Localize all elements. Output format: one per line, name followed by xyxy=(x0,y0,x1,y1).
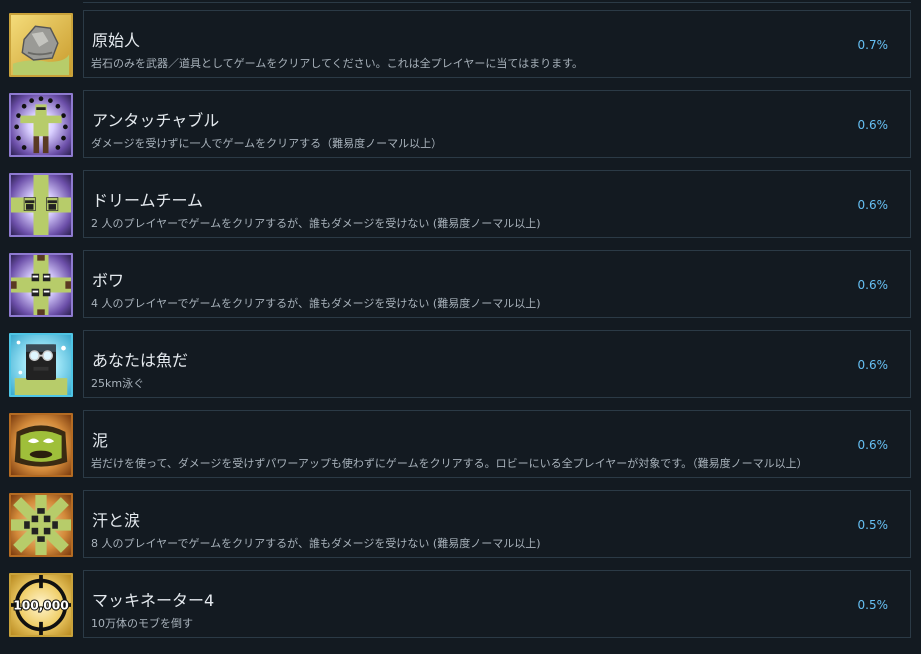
unlock-percentage: 0.6% xyxy=(857,358,889,372)
achievement-title: ボワ xyxy=(92,271,125,290)
four-players-icon xyxy=(9,253,73,317)
achievement-description: 2 人のプレイヤーでゲームをクリアするが、誰もダメージを受けない (難易度ノーマ… xyxy=(91,217,541,230)
unlock-percentage: 0.6% xyxy=(857,118,889,132)
icon-count-text: 100,000 xyxy=(13,599,68,613)
swimmer-goggles-icon xyxy=(9,333,73,397)
achievement-row: あなたは魚だ 25km泳ぐ 0.6% xyxy=(0,330,921,400)
achievement-card: あなたは魚だ 25km泳ぐ 0.6% xyxy=(83,330,911,398)
unlock-percentage: 0.7% xyxy=(857,38,889,52)
achievement-title: アンタッチャブル xyxy=(92,111,220,130)
achievement-card: 原始人 岩石のみを武器／道具としてゲームをクリアしてください。これは全プレイヤー… xyxy=(83,10,911,78)
achievement-description: 岩だけを使って、ダメージを受けずパワーアップも使わずにゲームをクリアする。ロビー… xyxy=(91,457,808,470)
achievement-title: あなたは魚だ xyxy=(92,351,189,370)
achievement-title: 原始人 xyxy=(92,31,141,50)
achievement-row: ドリームチーム 2 人のプレイヤーでゲームをクリアするが、誰もダメージを受けない… xyxy=(0,170,921,240)
achievement-title: ドリームチーム xyxy=(92,191,204,210)
achievement-description: 4 人のプレイヤーでゲームをクリアするが、誰もダメージを受けない (難易度ノーマ… xyxy=(91,297,541,310)
achievement-card: マッキネーター4 10万体のモブを倒す 0.5% xyxy=(83,570,911,638)
achievement-title: 汗と涙 xyxy=(92,511,141,530)
achievement-card: アンタッチャブル ダメージを受けずに一人でゲームをクリアする（難易度ノーマル以上… xyxy=(83,90,911,158)
achievement-description: 10万体のモブを倒す xyxy=(91,617,193,630)
achievement-description: 8 人のプレイヤーでゲームをクリアするが、誰もダメージを受けない (難易度ノーマ… xyxy=(91,537,541,550)
achievement-row: 原始人 岩石のみを武器／道具としてゲームをクリアしてください。これは全プレイヤー… xyxy=(0,10,921,80)
previous-card-edge xyxy=(83,0,911,3)
achievement-list: 原始人 岩石のみを武器／道具としてゲームをクリアしてください。これは全プレイヤー… xyxy=(0,0,921,654)
rock-in-hand-icon xyxy=(9,13,73,77)
achievement-card: 汗と涙 8 人のプレイヤーでゲームをクリアするが、誰もダメージを受けない (難易… xyxy=(83,490,911,558)
unlock-percentage: 0.6% xyxy=(857,278,889,292)
crosshair-100000-icon: 100,000 xyxy=(9,573,73,637)
achievement-title: 泥 xyxy=(92,431,109,450)
achievement-description: 25km泳ぐ xyxy=(91,377,145,390)
achievement-description: ダメージを受けずに一人でゲームをクリアする（難易度ノーマル以上） xyxy=(91,137,443,150)
achievement-card: 泥 岩だけを使って、ダメージを受けずパワーアップも使わずにゲームをクリアする。ロ… xyxy=(83,410,911,478)
unlock-percentage: 0.6% xyxy=(857,438,889,452)
achievement-card: ドリームチーム 2 人のプレイヤーでゲームをクリアするが、誰もダメージを受けない… xyxy=(83,170,911,238)
achievement-card: ボワ 4 人のプレイヤーでゲームをクリアするが、誰もダメージを受けない (難易度… xyxy=(83,250,911,318)
two-players-icon xyxy=(9,173,73,237)
unlock-percentage: 0.5% xyxy=(857,598,889,612)
untouchable-figure-icon xyxy=(9,93,73,157)
achievement-title: マッキネーター4 xyxy=(92,591,215,610)
achievement-row: 100,000 マッキネーター4 10万体のモブを倒す 0.5% xyxy=(0,570,921,640)
achievement-row: アンタッチャブル ダメージを受けずに一人でゲームをクリアする（難易度ノーマル以上… xyxy=(0,90,921,160)
achievement-row: 泥 岩だけを使って、ダメージを受けずパワーアップも使わずにゲームをクリアする。ロ… xyxy=(0,410,921,480)
achievement-row: ボワ 4 人のプレイヤーでゲームをクリアするが、誰もダメージを受けない (難易度… xyxy=(0,250,921,320)
eight-players-icon xyxy=(9,493,73,557)
unlock-percentage: 0.5% xyxy=(857,518,889,532)
unlock-percentage: 0.6% xyxy=(857,198,889,212)
achievement-description: 岩石のみを武器／道具としてゲームをクリアしてください。これは全プレイヤーに当ては… xyxy=(91,57,584,70)
mud-face-icon xyxy=(9,413,73,477)
achievement-row: 汗と涙 8 人のプレイヤーでゲームをクリアするが、誰もダメージを受けない (難易… xyxy=(0,490,921,560)
